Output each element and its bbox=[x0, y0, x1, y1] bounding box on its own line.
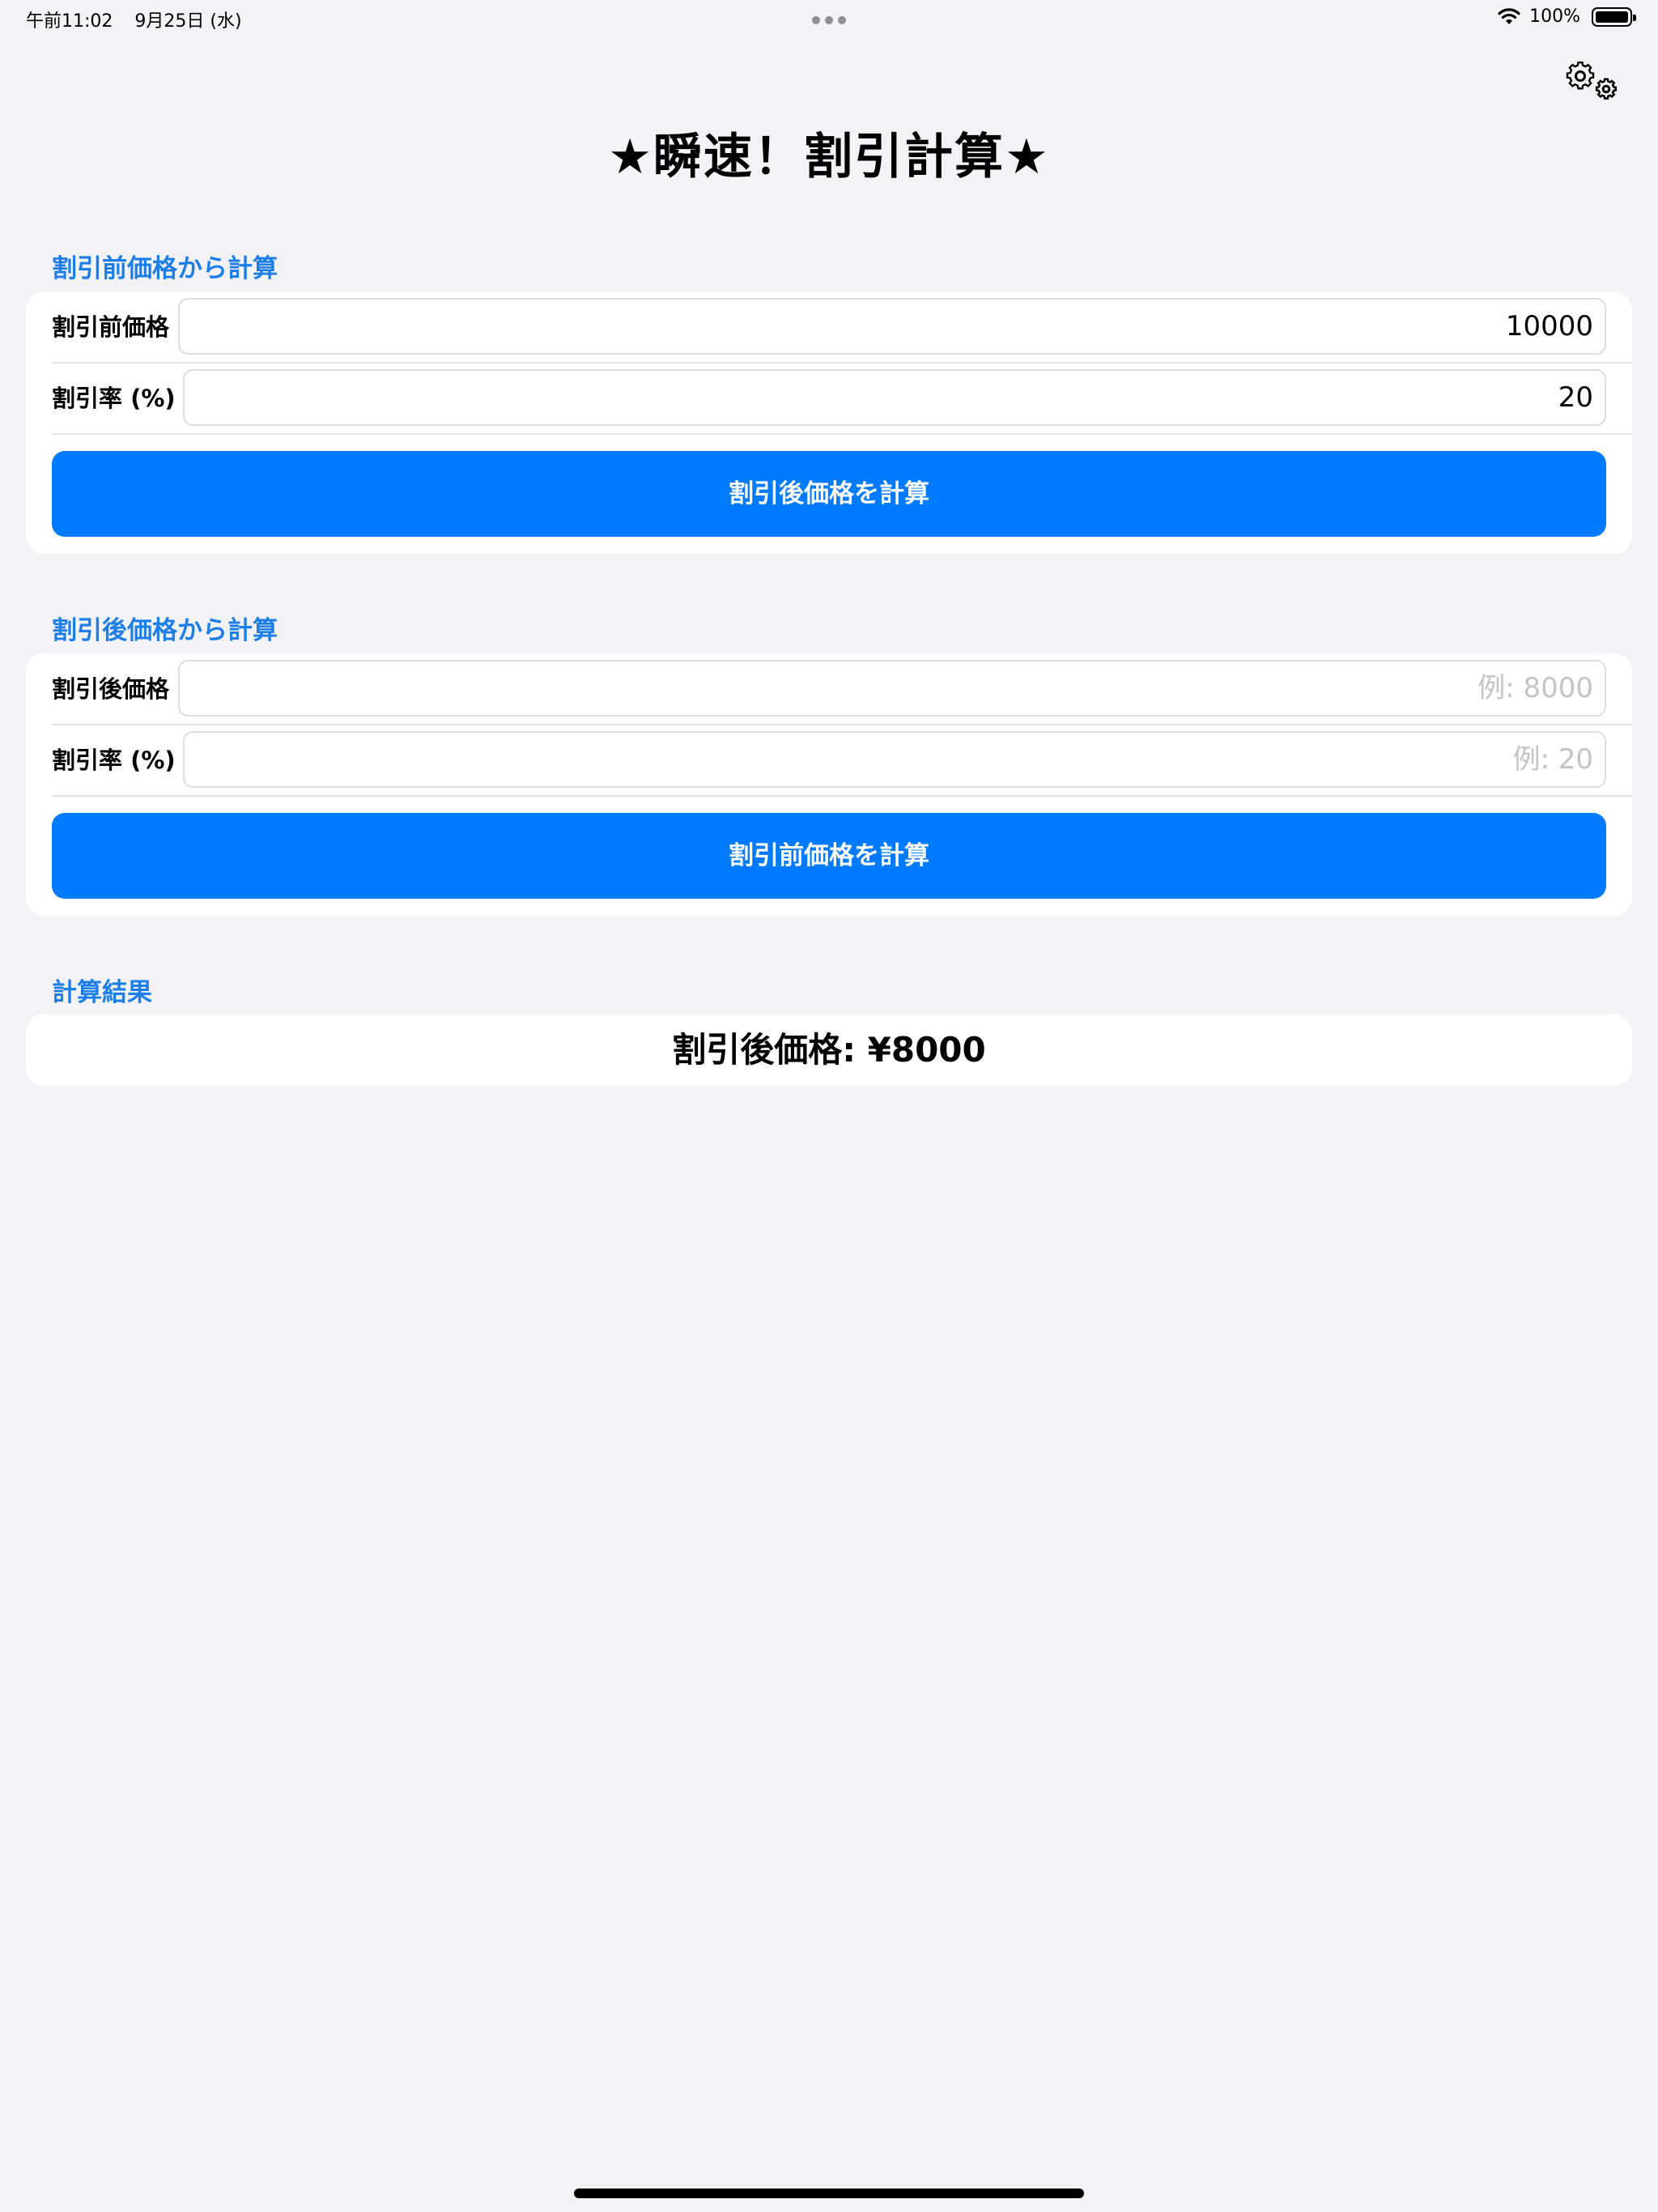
settings-button[interactable] bbox=[1562, 55, 1624, 104]
discount-rate-input-2[interactable]: 例: 20 bbox=[183, 731, 1606, 788]
status-date: 9月25日 (水) bbox=[134, 11, 242, 32]
result-text: 割引後価格: ¥8000 bbox=[672, 1030, 986, 1070]
before-price-input[interactable]: 10000 bbox=[178, 298, 1606, 355]
calculate-before-price-button[interactable]: 割引前価格を計算 bbox=[52, 813, 1606, 899]
after-price-card: 割引後価格 例: 8000 割引率 (%) 例: 20 割引前価格を計算 bbox=[26, 653, 1632, 916]
after-price-row: 割引後価格 例: 8000 bbox=[26, 653, 1632, 725]
gear-icon bbox=[1566, 61, 1618, 100]
discount-rate-label: 割引率 (%) bbox=[52, 385, 176, 412]
discount-rate-row-2: 割引率 (%) 例: 20 bbox=[26, 725, 1632, 796]
before-price-row: 割引前価格 10000 bbox=[26, 291, 1632, 363]
result-card: 割引後価格: ¥8000 bbox=[26, 1015, 1632, 1086]
app-screen: 午前11:02 9月25日 (水) 100% ★瞬速！割引計算★ 割引前価格から… bbox=[0, 0, 1658, 2212]
status-datetime: 午前11:02 9月25日 (水) bbox=[26, 6, 242, 32]
multitasking-dots-icon[interactable] bbox=[812, 16, 846, 24]
section-header-result: 計算結果 bbox=[52, 978, 152, 1007]
before-price-card: 割引前価格 10000 割引率 (%) 20 割引後価格を計算 bbox=[26, 291, 1632, 554]
before-price-label: 割引前価格 bbox=[52, 313, 170, 341]
status-bar: 午前11:02 9月25日 (水) 100% bbox=[0, 0, 1658, 39]
calculate-after-price-button[interactable]: 割引後価格を計算 bbox=[52, 451, 1606, 537]
home-indicator[interactable] bbox=[574, 2189, 1084, 2198]
status-indicators: 100% bbox=[1497, 6, 1636, 27]
battery-percent: 100% bbox=[1529, 6, 1580, 27]
discount-rate-row: 割引率 (%) 20 bbox=[26, 363, 1632, 434]
row-divider bbox=[52, 795, 1632, 797]
discount-rate-label-2: 割引率 (%) bbox=[52, 747, 176, 774]
status-time: 午前11:02 bbox=[26, 11, 113, 32]
wifi-icon bbox=[1498, 7, 1520, 24]
discount-rate-input[interactable]: 20 bbox=[183, 369, 1606, 426]
battery-icon bbox=[1592, 6, 1636, 27]
section-header-after-price: 割引後価格から計算 bbox=[52, 616, 278, 645]
section-header-before-price: 割引前価格から計算 bbox=[52, 254, 278, 283]
row-divider bbox=[52, 433, 1632, 435]
app-title: ★瞬速！割引計算★ bbox=[608, 129, 1050, 185]
after-price-label: 割引後価格 bbox=[52, 675, 170, 703]
after-price-input[interactable]: 例: 8000 bbox=[178, 660, 1606, 717]
